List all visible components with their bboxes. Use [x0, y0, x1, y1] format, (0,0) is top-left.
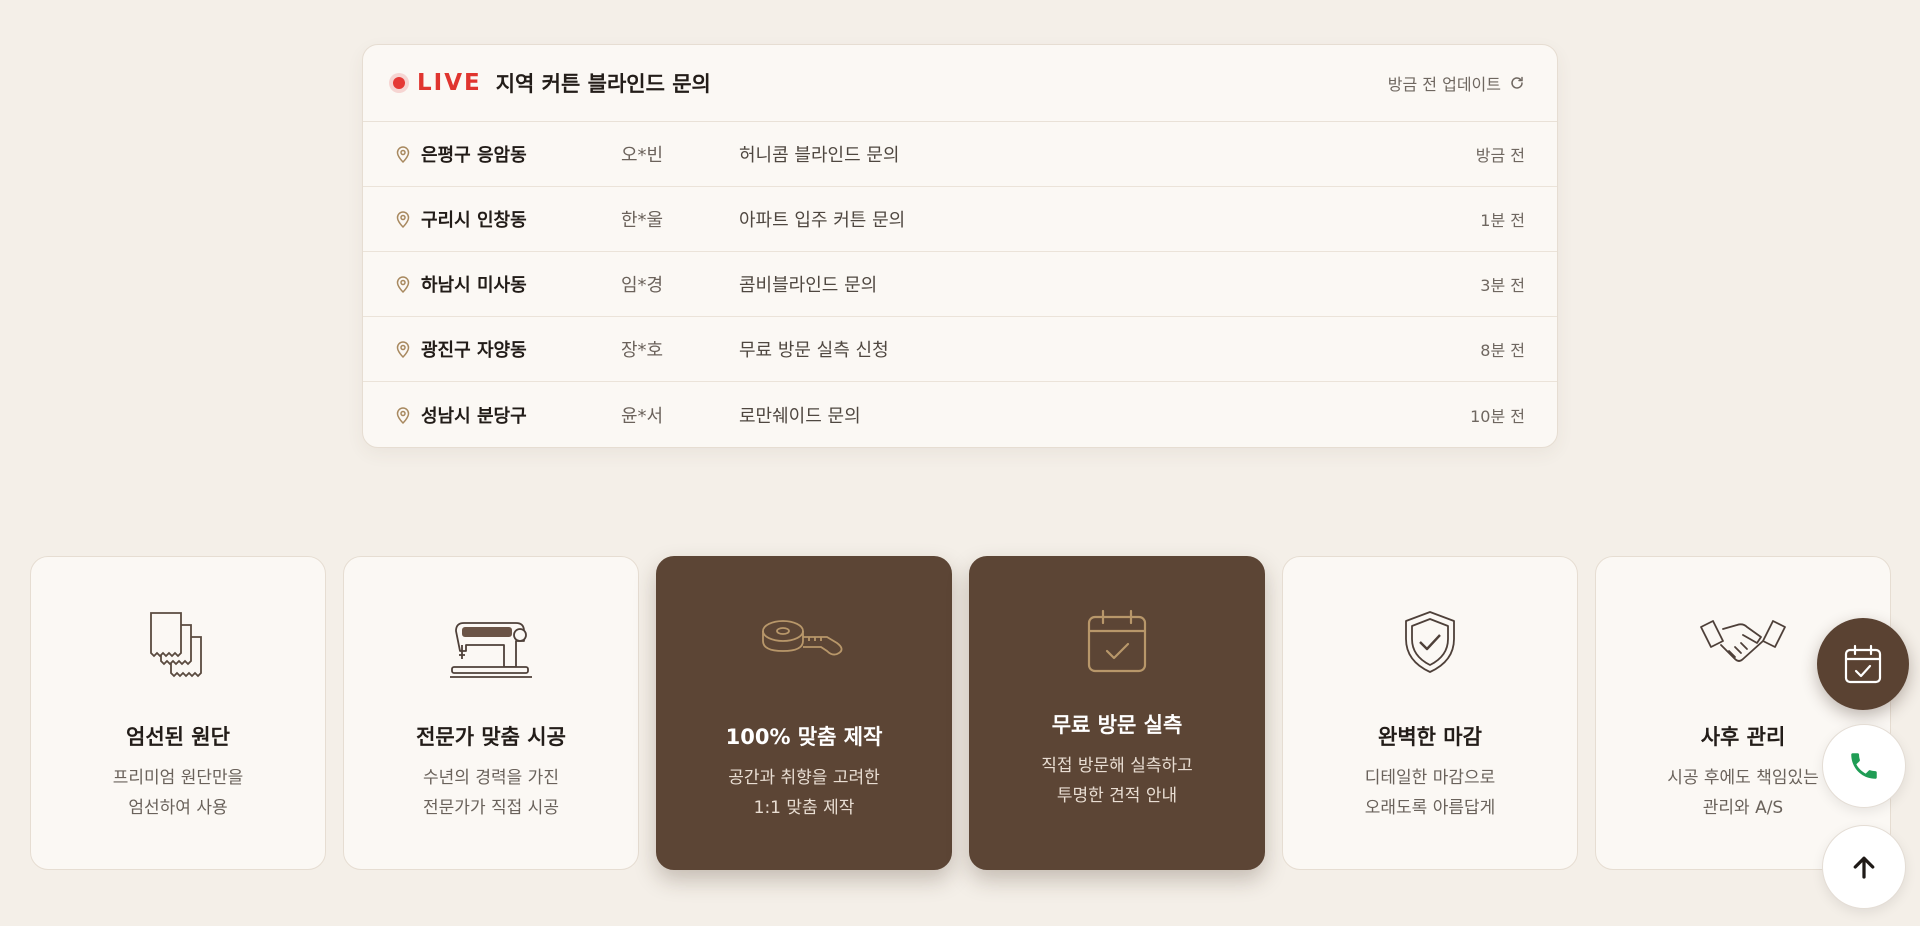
location-pin-icon — [396, 406, 410, 424]
row-area: 하남시 미사동 — [421, 275, 527, 296]
live-row: 은평구 응암동 오*빈 허니콤 블라인드 문의 방금 전 — [363, 122, 1557, 187]
phone-icon — [1851, 753, 1877, 779]
location-pin-icon — [396, 341, 410, 358]
feature-card-fabric[interactable]: 엄선된 원단 프리미엄 원단만을 엄선하여 사용 — [30, 556, 326, 870]
row-area: 광진구 자양동 — [421, 340, 527, 361]
row-name: 임*경 — [621, 275, 664, 296]
sewing-machine-icon — [450, 622, 532, 678]
live-badge: LIVE — [417, 70, 482, 96]
page: LIVE 지역 커튼 블라인드 문의 방금 전 업데이트 은평구 응암동 오*빈… — [0, 0, 1920, 926]
live-row: 구리시 인창동 한*울 아파트 입주 커튼 문의 1분 전 — [363, 187, 1557, 252]
feature-desc-line: 오래도록 아름답게 — [1364, 798, 1496, 818]
phone-fab-button[interactable] — [1822, 724, 1906, 808]
live-title-group: LIVE 지역 커튼 블라인드 문의 — [393, 68, 711, 98]
fabric-swatch-icon — [150, 612, 202, 678]
live-row: 광진구 자양동 장*호 무료 방문 실측 신청 8분 전 — [363, 317, 1557, 382]
refresh-icon[interactable] — [1509, 75, 1525, 91]
row-inquiry-type: 로만쉐이드 문의 — [739, 405, 861, 427]
feature-title: 전문가 맞춤 시공 — [416, 725, 566, 749]
calendar-check-icon — [1844, 644, 1882, 684]
feature-desc-line: 수년의 경력을 가진 — [423, 768, 559, 788]
location-pin-icon — [396, 276, 410, 293]
row-name: 오*빈 — [621, 145, 664, 166]
feature-card-sewing[interactable]: 전문가 맞춤 시공 수년의 경력을 가진 전문가가 직접 시공 — [343, 556, 639, 870]
feature-desc-line: 1:1 맞춤 제작 — [753, 798, 855, 818]
calendar-check-icon — [1087, 609, 1147, 673]
scroll-top-button[interactable] — [1822, 825, 1906, 909]
feature-description: 공간과 취향을 고려한 1:1 맞춤 제작 — [657, 763, 951, 823]
row-name: 장*호 — [621, 340, 664, 361]
row-inquiry-type: 콤비블라인드 문의 — [739, 275, 878, 296]
live-update-status[interactable]: 방금 전 업데이트 — [1388, 71, 1525, 95]
location-pin-icon — [396, 211, 410, 228]
feature-desc-line: 공간과 취향을 고려한 — [728, 768, 880, 788]
shield-check-icon — [1405, 611, 1455, 673]
feature-card-measure[interactable]: 무료 방문 실측 직접 방문해 실측하고 투명한 견적 안내 — [969, 556, 1265, 870]
feature-description: 프리미엄 원단만을 엄선하여 사용 — [31, 763, 325, 823]
arrow-up-icon — [1853, 856, 1875, 879]
live-updated-text: 방금 전 업데이트 — [1387, 75, 1501, 94]
feature-desc-line: 엄선하여 사용 — [128, 798, 228, 818]
handshake-icon — [1700, 620, 1786, 662]
live-panel-title: 지역 커튼 블라인드 문의 — [495, 72, 711, 96]
feature-card-aftercare[interactable]: 사후 관리 시공 후에도 책임있는 관리와 A/S — [1595, 556, 1891, 870]
measuring-tape-icon — [762, 620, 843, 656]
feature-title: 무료 방문 실측 — [1051, 713, 1183, 737]
reserve-fab-button[interactable] — [1817, 618, 1909, 710]
row-inquiry-type: 아파트 입주 커튼 문의 — [739, 210, 906, 231]
row-inquiry-type: 허니콤 블라인드 문의 — [739, 145, 900, 166]
feature-title: 엄선된 원단 — [126, 725, 230, 749]
feature-title: 100% 맞춤 제작 — [725, 725, 883, 749]
row-name: 한*울 — [621, 210, 664, 231]
row-time: 10분 전 — [1470, 406, 1525, 426]
feature-desc-line: 프리미엄 원단만을 — [112, 768, 244, 788]
live-row: 성남시 분당구 윤*서 로만쉐이드 문의 10분 전 — [363, 382, 1557, 447]
row-area: 성남시 분당구 — [421, 405, 527, 427]
live-row: 하남시 미사동 임*경 콤비블라인드 문의 3분 전 — [363, 252, 1557, 317]
row-time: 방금 전 — [1475, 146, 1525, 165]
feature-card-custom[interactable]: 100% 맞춤 제작 공간과 취향을 고려한 1:1 맞춤 제작 — [656, 556, 952, 870]
feature-title: 완벽한 마감 — [1378, 725, 1482, 749]
location-pin-icon — [396, 146, 410, 163]
feature-desc-line: 투명한 견적 안내 — [1056, 786, 1178, 806]
feature-description: 수년의 경력을 가진 전문가가 직접 시공 — [344, 763, 638, 823]
row-area: 은평구 응암동 — [421, 145, 527, 166]
row-time: 8분 전 — [1480, 341, 1525, 360]
feature-desc-line: 직접 방문해 실측하고 — [1041, 756, 1193, 776]
row-inquiry-type: 무료 방문 실측 신청 — [739, 340, 889, 361]
live-panel-header: LIVE 지역 커튼 블라인드 문의 방금 전 업데이트 — [363, 45, 1557, 122]
feature-desc-line: 전문가가 직접 시공 — [423, 798, 559, 818]
feature-description: 직접 방문해 실측하고 투명한 견적 안내 — [970, 751, 1264, 811]
row-area: 구리시 인창동 — [421, 210, 527, 231]
row-time: 3분 전 — [1480, 276, 1525, 295]
row-time: 1분 전 — [1480, 211, 1525, 230]
live-indicator-dot — [393, 77, 405, 89]
feature-desc-line: 디테일한 마감으로 — [1364, 768, 1496, 788]
feature-description: 디테일한 마감으로 오래도록 아름답게 — [1283, 763, 1577, 823]
feature-cards: 엄선된 원단 프리미엄 원단만을 엄선하여 사용 전문가 맞춤 시공 수년의 경… — [30, 556, 1891, 870]
row-name: 윤*서 — [621, 405, 664, 427]
live-inquiry-panel: LIVE 지역 커튼 블라인드 문의 방금 전 업데이트 은평구 응암동 오*빈… — [362, 44, 1558, 448]
feature-card-finish[interactable]: 완벽한 마감 디테일한 마감으로 오래도록 아름답게 — [1282, 556, 1578, 870]
